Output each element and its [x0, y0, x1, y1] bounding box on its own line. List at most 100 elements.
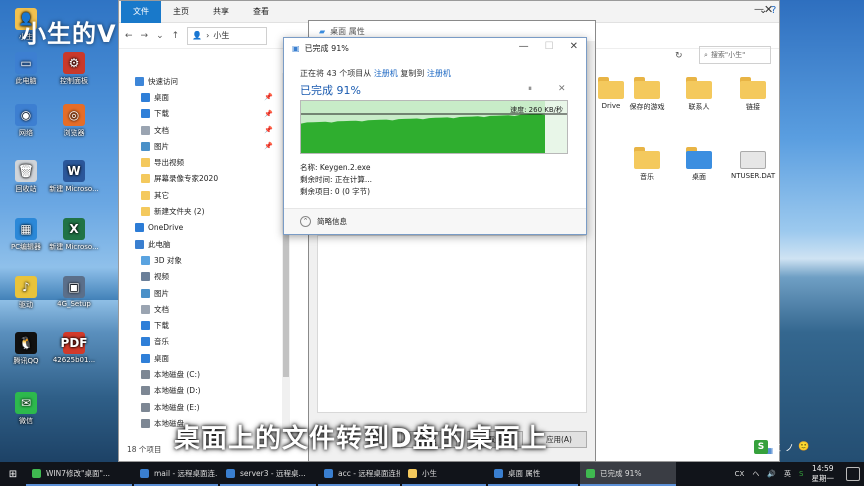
desktop-icon[interactable]: X 新建 Microso...	[48, 218, 100, 252]
desktop-icon-label: 此电脑	[15, 77, 37, 85]
notification-center-icon[interactable]	[846, 467, 860, 481]
desktop-icon[interactable]: ▭ 此电脑	[0, 52, 52, 86]
close-icon[interactable]: ✕	[570, 41, 578, 52]
nav-item-label: 图片	[154, 141, 169, 151]
taskbar-item[interactable]: server3 - 远程桌...	[220, 462, 316, 486]
nav-item[interactable]: 本地磁盘 (C:)	[119, 366, 281, 382]
desktop-icon[interactable]: PDF 42625b01...	[48, 332, 100, 364]
destination-link[interactable]: 注册机	[427, 69, 451, 78]
taskbar-item[interactable]: 桌面 属性	[488, 462, 578, 486]
nav-item[interactable]: 新建文件夹 (2)	[119, 203, 281, 219]
nav-item-icon	[141, 109, 150, 119]
taskbar-item[interactable]: WIN7修改"桌面"...	[26, 462, 132, 486]
nav-item[interactable]: 屏幕录像专家2020	[119, 171, 281, 187]
taskbar-item-label: acc - 远程桌面连接	[338, 468, 400, 478]
file-item[interactable]: 音乐	[625, 147, 669, 182]
forward-arrow-icon[interactable]: →	[141, 31, 149, 41]
nav-item[interactable]: 音乐	[119, 334, 281, 350]
desktop-icon[interactable]: ▣ 4G_Setup	[48, 276, 100, 308]
tray-show-hidden-icon[interactable]: ヘ	[752, 469, 759, 479]
nav-item-icon	[141, 207, 150, 217]
desktop-icon[interactable]: 🗑 回收站	[0, 160, 52, 194]
file-item[interactable]: 链接	[731, 77, 775, 112]
nav-item[interactable]: 文档 📌	[119, 122, 281, 138]
navigation-pane: 快速访问 桌面 📌 下载 📌 文档 📌 图片 📌 导出视频屏幕录像专家2020 其它 新建文件夹 (2…	[119, 73, 281, 439]
taskbar-item-label: WIN7修改"桌面"...	[46, 468, 111, 478]
nav-item[interactable]: 导出视频	[119, 154, 281, 170]
sogou-ime-icon[interactable]: S	[754, 440, 768, 454]
desktop-icon[interactable]: ◉ 网络	[0, 104, 52, 138]
up-arrow-icon[interactable]: ↑	[172, 31, 180, 41]
ime-tray-icon[interactable]: S	[799, 470, 803, 478]
minimize-icon[interactable]: —	[754, 4, 764, 15]
file-item[interactable]: NTUSER.DAT	[731, 147, 775, 180]
nav-item-icon	[141, 321, 150, 331]
nav-item[interactable]: 本地磁盘 (D:)	[119, 383, 281, 399]
nav-item[interactable]: 桌面	[119, 350, 281, 366]
desktop-icon[interactable]: 🐧 腾讯QQ	[0, 332, 52, 366]
file-item[interactable]: 联系人	[677, 77, 721, 112]
copy-progress-dialog[interactable]: ▣ 已完成 91% — ☐ ✕ 正在将 43 个项目从 注册机 复制到 注册机 …	[283, 37, 587, 235]
nav-item-label: 本地磁盘 (D:)	[154, 386, 201, 396]
back-arrow-icon[interactable]: ←	[125, 31, 133, 41]
refresh-icon[interactable]: ↻	[675, 51, 683, 61]
tab-home[interactable]: 主页	[161, 1, 201, 23]
tray-language[interactable]: 英	[784, 469, 791, 479]
ime-toolbar[interactable]: S 五 ノ 🙂	[754, 440, 809, 454]
source-link[interactable]: 注册机	[374, 69, 398, 78]
desktop-icon[interactable]: ◎ 浏览器	[48, 104, 100, 138]
nav-item[interactable]: 快速访问	[119, 73, 281, 89]
path-box[interactable]: 👤 › 小生	[187, 26, 268, 45]
nav-item-icon	[141, 337, 150, 347]
clock[interactable]: 14:59 星期一	[812, 464, 835, 484]
desktop-icon[interactable]: ▦ PC编辑器	[0, 218, 52, 252]
taskbar-item[interactable]: 小生	[402, 462, 486, 486]
nav-item-label: 导出视频	[154, 158, 184, 168]
tab-view[interactable]: 查看	[241, 1, 281, 23]
start-icon[interactable]: ⊞	[0, 462, 26, 486]
nav-item-label: 下载	[154, 321, 169, 331]
minimize-icon[interactable]: —	[519, 41, 529, 52]
less-details-button[interactable]: ⌃ 简略信息	[284, 208, 586, 234]
speaker-icon[interactable]: 🔊	[767, 470, 776, 478]
pause-icon[interactable]: ⏸	[528, 84, 532, 94]
nav-item[interactable]: 视频	[119, 269, 281, 285]
ime-punct[interactable]: ノ	[785, 441, 794, 454]
taskbar-item[interactable]: 已完成 91%	[580, 462, 676, 486]
file-item[interactable]: 保存的游戏	[625, 77, 669, 112]
app-icon: ▭	[15, 52, 37, 74]
tray-item-cx[interactable]: CX	[735, 470, 745, 478]
ime-mode-wubi[interactable]: 五	[772, 441, 781, 454]
desktop-icon[interactable]: ✉ 微信	[0, 392, 52, 426]
taskbar-item[interactable]: acc - 远程桌面连接	[318, 462, 400, 486]
desktop-icon[interactable]: ⚙ 控制面板	[48, 52, 100, 86]
maximize-icon[interactable]: ☐	[545, 41, 554, 52]
nav-item[interactable]: 图片	[119, 285, 281, 301]
tab-share[interactable]: 共享	[201, 1, 241, 23]
desktop-icon[interactable]: W 新建 Microso...	[48, 160, 100, 194]
cancel-copy-icon[interactable]: ✕	[558, 84, 566, 94]
file-item[interactable]: 桌面	[677, 141, 721, 189]
chevron-down-icon[interactable]: ⌄	[156, 31, 164, 41]
close-icon[interactable]: ✕	[764, 3, 773, 16]
desktop-icon-label: 微信	[19, 417, 33, 425]
nav-item[interactable]: 图片 📌	[119, 138, 281, 154]
ime-emoji-icon[interactable]: 🙂	[798, 442, 809, 452]
nav-item[interactable]: 下载	[119, 317, 281, 333]
search-input[interactable]: ⌕ 搜索"小生"	[699, 46, 771, 64]
nav-item[interactable]: 本地磁盘 (E:)	[119, 399, 281, 415]
nav-item[interactable]: 此电脑	[119, 236, 281, 252]
desktop-icon[interactable]: ♪ 驱动	[0, 276, 52, 310]
nav-item[interactable]: 桌面 📌	[119, 89, 281, 105]
nav-item[interactable]: 文档	[119, 301, 281, 317]
folder-icon: ▰	[319, 26, 326, 36]
tab-file[interactable]: 文件	[121, 0, 161, 23]
nav-item[interactable]: 其它	[119, 187, 281, 203]
nav-item-icon	[141, 418, 150, 428]
taskbar-item[interactable]: mail - 远程桌面连...	[134, 462, 218, 486]
nav-item-label: 桌面	[154, 92, 169, 102]
nav-item[interactable]: 下载 📌	[119, 106, 281, 122]
nav-item[interactable]: 3D 对象	[119, 252, 281, 268]
path-text: 小生	[213, 31, 230, 40]
nav-item[interactable]: OneDrive	[119, 220, 281, 236]
